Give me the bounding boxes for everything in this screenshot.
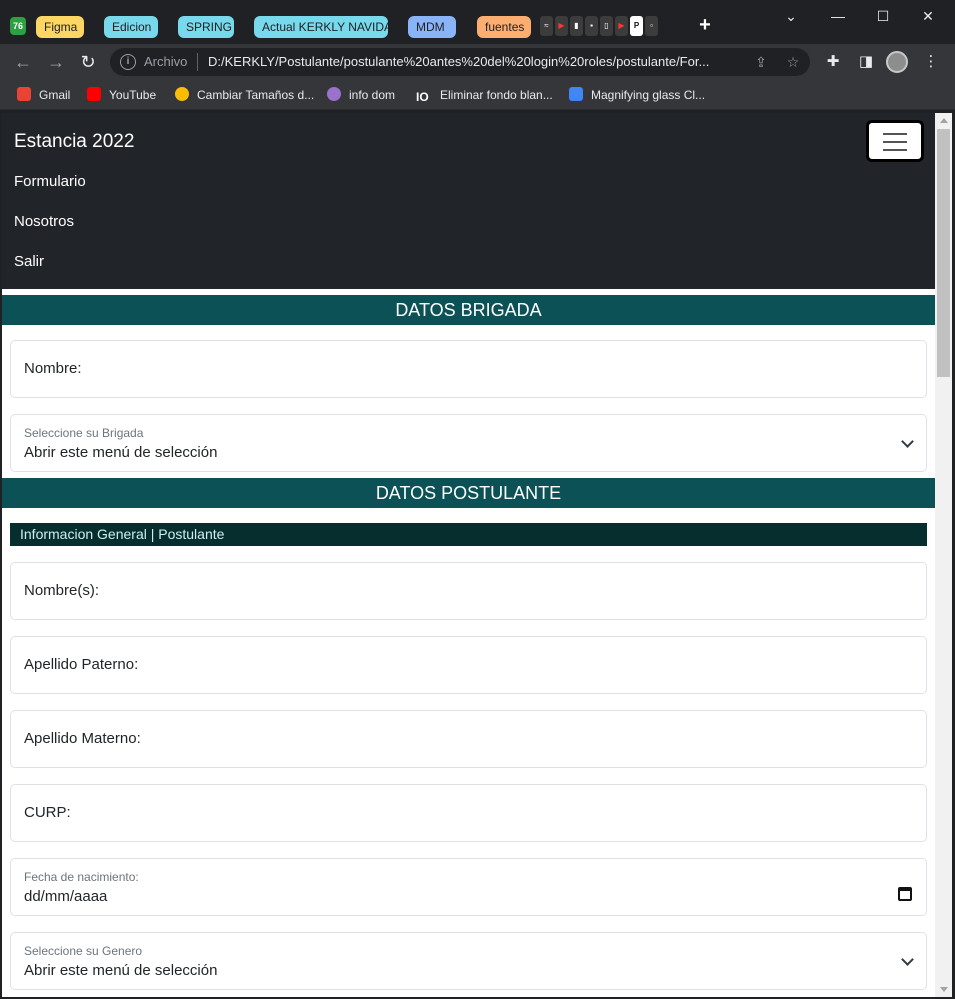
profile-avatar[interactable]	[886, 51, 908, 73]
globe-icon	[327, 87, 341, 101]
back-arrow-icon[interactable]: ←	[10, 49, 36, 75]
bookmark-label: info dom	[349, 88, 396, 102]
apellido-materno-field[interactable]: Apellido Materno:	[10, 710, 927, 768]
scroll-up-arrow-icon[interactable]	[940, 118, 948, 123]
tab-favicon-icon[interactable]: ≈	[540, 16, 553, 36]
bookmark-label: Gmail	[39, 88, 71, 102]
io-icon: IO	[416, 90, 429, 104]
gmail-icon	[17, 87, 31, 101]
minimize-button[interactable]: —	[818, 6, 858, 30]
date-value: dd/mm/aaaa	[24, 888, 108, 905]
section-header-postulante: DATOS POSTULANTE	[2, 478, 935, 508]
fecha-nacimiento-field[interactable]: Fecha de nacimiento: dd/mm/aaaa	[10, 858, 927, 916]
reload-icon[interactable]: ↻	[75, 49, 101, 75]
flag-icon	[569, 87, 583, 101]
p-tab-icon[interactable]: P	[630, 16, 643, 36]
calendar-icon[interactable]	[898, 887, 912, 901]
bookmark-label: Cambiar Tamaños d...	[197, 88, 315, 102]
menu-kebab-icon[interactable]: ⋮	[921, 52, 941, 72]
bookmark-magnifying-glass[interactable]: Magnifying glass Cl...	[569, 86, 705, 104]
address-separator	[197, 53, 198, 71]
chrome-color-icon	[175, 87, 189, 101]
tab-group-label: Edicion	[112, 20, 152, 34]
page-scrollbar[interactable]	[935, 113, 952, 997]
bookmark-label: Eliminar fondo blan...	[440, 88, 553, 102]
app-tab-icon[interactable]: 76	[10, 17, 26, 35]
info-icon[interactable]: i	[120, 54, 136, 70]
forward-arrow-icon[interactable]: →	[43, 49, 69, 75]
bookmark-cambiar-tamanos[interactable]: Cambiar Tamaños d...	[175, 86, 314, 104]
tab-favicon-icon[interactable]: ▮	[570, 16, 583, 36]
site-navbar: Estancia 2022 Formulario Nosotros Salir	[2, 113, 935, 289]
bookmark-info-dom[interactable]: info dom	[327, 86, 395, 104]
close-window-button[interactable]: ✕	[908, 6, 948, 30]
field-label: Nombre:	[24, 360, 82, 377]
share-icon[interactable]: ⇪	[752, 53, 770, 71]
field-label: Apellido Paterno:	[24, 656, 139, 673]
address-url[interactable]: D:/KERKLY/Postulante/postulante%20antes%…	[208, 54, 748, 69]
tab-search-chevron-icon[interactable]: ⌄	[771, 6, 811, 30]
bookmark-eliminar-fondo[interactable]: IO Eliminar fondo blan...	[416, 86, 553, 104]
bookmark-label: Magnifying glass Cl...	[591, 88, 706, 102]
bookmark-label: YouTube	[109, 88, 157, 102]
chevron-down-icon	[901, 953, 914, 966]
tab-favicon-icon[interactable]: ▯	[600, 16, 613, 36]
select-label: Seleccione su Brigada	[24, 426, 144, 440]
youtube-tab-icon[interactable]: ▶	[615, 16, 628, 36]
field-label: Nombre(s):	[24, 582, 100, 599]
field-label: CURP:	[24, 804, 71, 821]
brigada-nombre-field[interactable]: Nombre:	[10, 340, 927, 398]
extensions-puzzle-icon[interactable]: ✚	[823, 52, 843, 72]
tab-group-mdm[interactable]: MDM	[408, 16, 456, 38]
section-header-brigada: DATOS BRIGADA	[2, 295, 935, 325]
genero-select[interactable]: Seleccione su Genero Abrir este menú de …	[10, 932, 927, 990]
tab-group-label: MDM	[416, 20, 445, 34]
pinned-tabs: ≈ ▶ ▮ ▪ ▯ ▶ P ▫	[540, 16, 658, 38]
tab-group-spring[interactable]: SPRING	[178, 16, 234, 38]
browser-toolbar: ← → ↻ i Archivo D:/KERKLY/Postulante/pos…	[0, 44, 955, 80]
field-label: Apellido Materno:	[24, 730, 141, 747]
tab-group-label: Figma	[44, 20, 78, 34]
tab-strip: 76 Figma Edicion SPRING Actual KERKLY NA…	[0, 0, 955, 44]
subheader-informacion-general: Informacion General | Postulante	[10, 523, 927, 546]
tab-group-figma[interactable]: Figma	[36, 16, 84, 38]
date-label: Fecha de nacimiento:	[24, 870, 139, 884]
navbar-toggler-button[interactable]	[866, 120, 924, 162]
nav-link-formulario[interactable]: Formulario	[14, 173, 86, 190]
bookmark-youtube[interactable]: YouTube	[87, 86, 156, 104]
bookmark-star-icon[interactable]: ☆	[784, 53, 802, 71]
site-brand[interactable]: Estancia 2022	[14, 131, 134, 153]
select-label: Seleccione su Genero	[24, 944, 143, 958]
nombres-field[interactable]: Nombre(s):	[10, 562, 927, 620]
bookmark-gmail[interactable]: Gmail	[17, 86, 70, 104]
curp-field[interactable]: CURP:	[10, 784, 927, 842]
scroll-down-arrow-icon[interactable]	[940, 987, 948, 992]
chevron-down-icon	[901, 435, 914, 448]
nav-link-salir[interactable]: Salir	[14, 253, 44, 270]
brigada-select[interactable]: Seleccione su Brigada Abrir este menú de…	[10, 414, 927, 472]
tab-group-label: Actual KERKLY NAVIDAD	[262, 20, 388, 34]
tab-group-label: fuentes	[485, 20, 525, 34]
tab-group-actual-kerkly[interactable]: Actual KERKLY NAVIDAD	[254, 16, 388, 38]
hamburger-icon	[883, 133, 907, 135]
scroll-thumb[interactable]	[937, 129, 950, 377]
page-viewport: Estancia 2022 Formulario Nosotros Salir …	[2, 113, 935, 997]
youtube-icon	[87, 87, 101, 101]
tab-group-edicion[interactable]: Edicion	[104, 16, 158, 38]
address-scheme-label: Archivo	[144, 54, 188, 69]
maximize-button[interactable]: ☐	[863, 6, 903, 30]
select-value: Abrir este menú de selección	[24, 444, 218, 461]
nav-link-nosotros[interactable]: Nosotros	[14, 213, 74, 230]
tab-group-label: SPRING	[186, 20, 233, 34]
apellido-paterno-field[interactable]: Apellido Paterno:	[10, 636, 927, 694]
side-panel-icon[interactable]: ◨	[856, 52, 876, 72]
bookmarks-bar: Gmail YouTube Cambiar Tamaños d... info …	[0, 80, 955, 110]
address-bar[interactable]: i Archivo D:/KERKLY/Postulante/postulant…	[110, 48, 810, 76]
tab-favicon-icon[interactable]: ▪	[585, 16, 598, 36]
tab-group-fuentes[interactable]: fuentes	[477, 16, 531, 38]
youtube-tab-icon[interactable]: ▶	[555, 16, 568, 36]
select-value: Abrir este menú de selección	[24, 962, 218, 979]
new-tab-button[interactable]: +	[695, 14, 715, 37]
tab-favicon-icon[interactable]: ▫	[645, 16, 658, 36]
